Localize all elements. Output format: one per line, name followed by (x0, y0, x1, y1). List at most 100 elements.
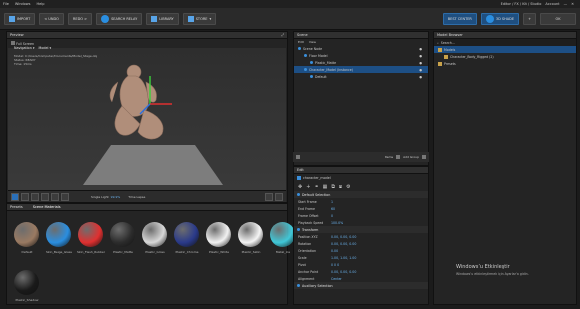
undo-label: < UNDO (44, 16, 59, 21)
material-label: Skin_Flesh_Rubber (77, 250, 105, 254)
copy-icon[interactable]: ⧉ (331, 184, 335, 190)
scale-tool-icon[interactable] (41, 192, 49, 201)
material-section-header[interactable]: Default Selection (294, 191, 428, 198)
scene-tree-item[interactable]: Scene Node ● (294, 45, 428, 52)
scene-item-label: Character_Model (Instance) (309, 67, 353, 72)
menu-windows[interactable]: Windows (15, 2, 31, 6)
browser-item-label: Presets (444, 61, 456, 66)
3d-shade-button[interactable]: 3D SHADE (480, 12, 520, 25)
material-swatch[interactable] (142, 222, 167, 247)
visibility-icon[interactable]: ● (419, 61, 428, 65)
property-value[interactable]: 0 (331, 214, 333, 218)
import-label: IMPORT (17, 16, 31, 21)
layout-icon[interactable] (265, 192, 273, 201)
split-icon[interactable] (275, 192, 283, 201)
material-swatch[interactable] (174, 222, 199, 247)
property-value[interactable]: 100.0% (331, 221, 343, 225)
preview-title-bar: Preview ⤢ (7, 32, 287, 39)
add-button[interactable]: + (523, 12, 536, 25)
browser-tree: Models Character_Body_Rigged (2) Presets (434, 46, 576, 67)
add-label: + (528, 16, 531, 21)
material-swatch[interactable] (14, 270, 39, 295)
camera-tool-icon[interactable] (11, 192, 19, 201)
property-value[interactable]: 60 (331, 207, 335, 211)
node-icon (310, 61, 313, 64)
scene-tree-item[interactable]: Default ● (294, 73, 428, 80)
move-icon[interactable]: ✥ (298, 184, 302, 190)
material-swatch[interactable] (206, 222, 231, 247)
property-value[interactable]: 1 (331, 200, 333, 204)
library-button[interactable]: LIBRARY (146, 12, 179, 25)
import-button[interactable]: IMPORT (4, 12, 36, 25)
scene-tab-edit[interactable]: Edit (298, 40, 304, 44)
browser-item[interactable]: Presets (434, 60, 576, 67)
move-tool-icon[interactable] (21, 192, 29, 201)
account-label[interactable]: Account (545, 2, 559, 6)
property-value[interactable]: 0.00, 0.00, 0.00 (331, 235, 356, 239)
frame-tool-icon[interactable] (51, 192, 59, 201)
shade-icon (485, 14, 494, 23)
light-value[interactable]: 99.9% (111, 195, 121, 199)
best-center-button[interactable]: BEST CENTER (442, 12, 477, 25)
transform-section-header[interactable]: Transform (294, 226, 428, 233)
menu-right: Editor / FX / Kit / Studio Account — ✕ (501, 2, 580, 6)
visibility-icon[interactable]: ● (419, 68, 428, 72)
main-toolbar: IMPORT < UNDO REDO > SEARCH RELAY LIBRAR… (0, 8, 580, 30)
rotate-tool-icon[interactable] (31, 192, 39, 201)
redo-button[interactable]: REDO > (67, 12, 93, 25)
close-icon[interactable]: ✕ (571, 2, 574, 6)
tree-icon[interactable]: ⧈ (339, 184, 342, 190)
property-value[interactable]: 0.00 (331, 249, 338, 253)
folder-icon[interactable] (296, 155, 300, 159)
scene-panel: Scene Edit View Scene Node ● Floor Model ● P… (293, 31, 429, 166)
grid-tool-icon[interactable] (61, 192, 69, 201)
maximize-icon[interactable]: ⤢ (281, 33, 287, 37)
auxiliary-section-header[interactable]: Auxiliary Selection (294, 282, 428, 289)
visibility-icon[interactable]: ● (419, 75, 428, 79)
visibility-icon[interactable]: ● (419, 47, 428, 51)
new-group-icon[interactable] (422, 155, 426, 159)
scene-tree-item[interactable]: Character_Model (Instance) ● (294, 66, 428, 73)
tab-presets[interactable]: Presets (10, 205, 23, 209)
navigation-dropdown[interactable]: Navigation ▾ (14, 46, 35, 50)
material-label: Plastic_Matte (113, 250, 133, 254)
search-relay-button[interactable]: SEARCH RELAY (96, 12, 143, 25)
menu-bar: File Windows Help Editor / FX / Kit / St… (0, 0, 580, 8)
material-swatch[interactable] (110, 222, 135, 247)
scene-tree-item[interactable]: Floor Model ● (294, 52, 428, 59)
link-icon[interactable]: ⚭ (314, 184, 318, 190)
grid-icon[interactable]: ▦ (323, 184, 328, 190)
tab-scene-materials[interactable]: Scene Materials (33, 205, 61, 209)
browser-item[interactable]: Models (434, 46, 576, 53)
search-input[interactable]: Search... (441, 41, 455, 45)
menu-file[interactable]: File (3, 2, 9, 6)
add-group-label[interactable]: Add Group (403, 155, 419, 159)
property-row: Scale 1.00, 1.00, 1.00 (294, 254, 428, 261)
property-value[interactable]: 1.00, 1.00, 1.00 (331, 256, 356, 260)
material-swatch[interactable] (78, 222, 103, 247)
material-swatch[interactable] (238, 222, 263, 247)
pin-icon[interactable] (396, 155, 401, 159)
scene-tree-item[interactable]: Plastic_Matte ● (294, 59, 428, 66)
undo-button[interactable]: < UNDO (39, 12, 64, 25)
store-button[interactable]: STORE ▾ (182, 12, 217, 25)
material-swatch[interactable] (14, 222, 39, 247)
visibility-icon[interactable]: ● (419, 54, 428, 58)
scene-tab-view[interactable]: View (309, 40, 316, 44)
property-key: Scale (298, 255, 307, 260)
browser-search[interactable]: ⌕ Search... (434, 39, 576, 46)
mode-dropdown[interactable]: Model ▾ (39, 46, 52, 50)
character-model[interactable] (100, 62, 200, 152)
property-value[interactable]: 0.00, 0.00, 0.00 (331, 242, 356, 246)
property-value[interactable]: Center (331, 277, 342, 281)
browser-item[interactable]: Character_Body_Rigged (2) (434, 53, 576, 60)
material-swatch[interactable] (46, 222, 71, 247)
gear-icon[interactable]: ⚙ (346, 184, 350, 190)
property-value[interactable]: 0 0 0 (331, 263, 339, 267)
ok-button[interactable]: OK (540, 12, 576, 25)
minimize-icon[interactable]: — (564, 2, 568, 6)
add-icon[interactable]: + (306, 184, 310, 190)
menu-help[interactable]: Help (36, 2, 44, 6)
property-value[interactable]: 0.00, 0.00, 0.00 (331, 270, 356, 274)
material-swatch[interactable] (270, 222, 295, 247)
